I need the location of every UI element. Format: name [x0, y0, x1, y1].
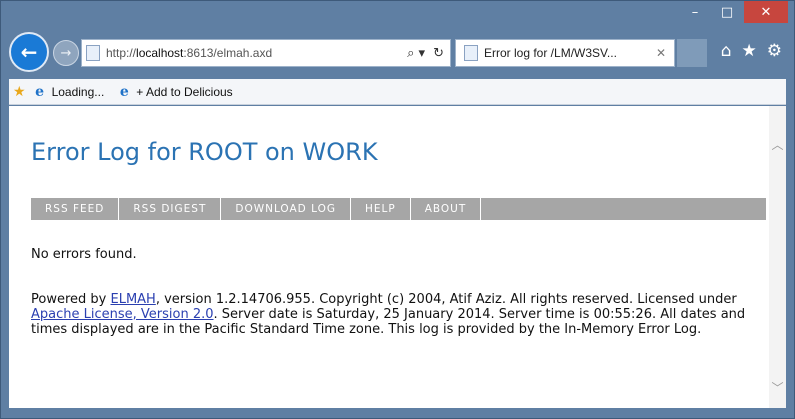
no-errors-message: No errors found.	[31, 247, 137, 262]
toolbar-icons: ⌂ ★ ⚙	[721, 41, 782, 61]
favorites-star-icon[interactable]: ★	[742, 41, 757, 61]
close-button[interactable]: ✕	[744, 1, 788, 23]
page-icon	[86, 45, 100, 61]
address-tools: ⌕ ▾ ↻	[407, 46, 450, 61]
license-link[interactable]: Apache License, Version 2.0	[31, 307, 214, 322]
favorites-item-label: + Add to Delicious	[136, 84, 233, 99]
add-favorite-star-icon[interactable]: ★	[13, 84, 26, 100]
url-path: :8613/elmah.axd	[183, 46, 273, 60]
footer-text-part: , version 1.2.14706.955. Copyright (c) 2…	[155, 292, 737, 307]
menu-download-log[interactable]: DOWNLOAD LOG	[221, 198, 351, 220]
browser-tab[interactable]: Error log for /LM/W3SV... ✕	[455, 39, 675, 67]
back-button[interactable]: ←	[9, 32, 49, 72]
new-tab-button[interactable]	[677, 39, 707, 67]
favorites-item-loading[interactable]: e Loading...	[32, 83, 105, 100]
favorites-bar: ★ e Loading... e + Add to Delicious	[9, 79, 786, 105]
browser-window: – □ ✕ ← → http://localhost:8613/elmah.ax…	[0, 0, 795, 419]
elmah-menu: RSS FEED RSS DIGEST DOWNLOAD LOG HELP AB…	[31, 198, 766, 220]
tab-label: Error log for /LM/W3SV...	[484, 46, 617, 60]
menu-rss-digest[interactable]: RSS DIGEST	[119, 198, 222, 220]
refresh-icon[interactable]: ↻	[433, 46, 444, 61]
maximize-button[interactable]: □	[712, 1, 742, 23]
settings-gear-icon[interactable]: ⚙	[767, 41, 782, 61]
tab-close-icon[interactable]: ✕	[656, 46, 666, 60]
back-arrow-icon: ←	[20, 40, 38, 64]
forward-arrow-icon: →	[60, 45, 72, 61]
scroll-up-icon[interactable]: ︿	[769, 136, 786, 153]
forward-button[interactable]: →	[53, 40, 79, 66]
footer-text: Powered by ELMAH, version 1.2.14706.955.…	[31, 292, 771, 337]
tab-page-icon	[464, 45, 478, 61]
elmah-link[interactable]: ELMAH	[110, 292, 155, 307]
menu-about[interactable]: ABOUT	[411, 198, 482, 220]
scroll-down-icon[interactable]: ﹀	[769, 379, 786, 396]
url-prefix: http://	[106, 46, 137, 60]
favorites-item-label: Loading...	[51, 84, 105, 99]
page-title: Error Log for ROOT on WORK	[31, 138, 378, 166]
minimize-button[interactable]: –	[680, 1, 710, 23]
menu-help[interactable]: HELP	[351, 198, 411, 220]
menu-rss-feed[interactable]: RSS FEED	[31, 198, 120, 220]
favorites-item-delicious[interactable]: e + Add to Delicious	[116, 83, 233, 100]
vertical-scrollbar[interactable]: ︿ ﹀	[769, 106, 786, 408]
footer-text-part: Powered by	[31, 292, 111, 307]
address-bar[interactable]: http://localhost:8613/elmah.axd ⌕ ▾ ↻	[81, 39, 451, 67]
search-icon[interactable]: ⌕ ▾	[407, 46, 425, 61]
url-host: localhost	[136, 46, 184, 60]
window-controls: – □ ✕	[680, 1, 788, 29]
navigation-bar: ← → http://localhost:8613/elmah.axd ⌕ ▾ …	[9, 31, 786, 75]
page-content: Error Log for ROOT on WORK RSS FEED RSS …	[9, 106, 786, 408]
ie-icon: e	[35, 83, 45, 100]
home-icon[interactable]: ⌂	[721, 41, 732, 61]
ie-icon: e	[119, 83, 129, 100]
